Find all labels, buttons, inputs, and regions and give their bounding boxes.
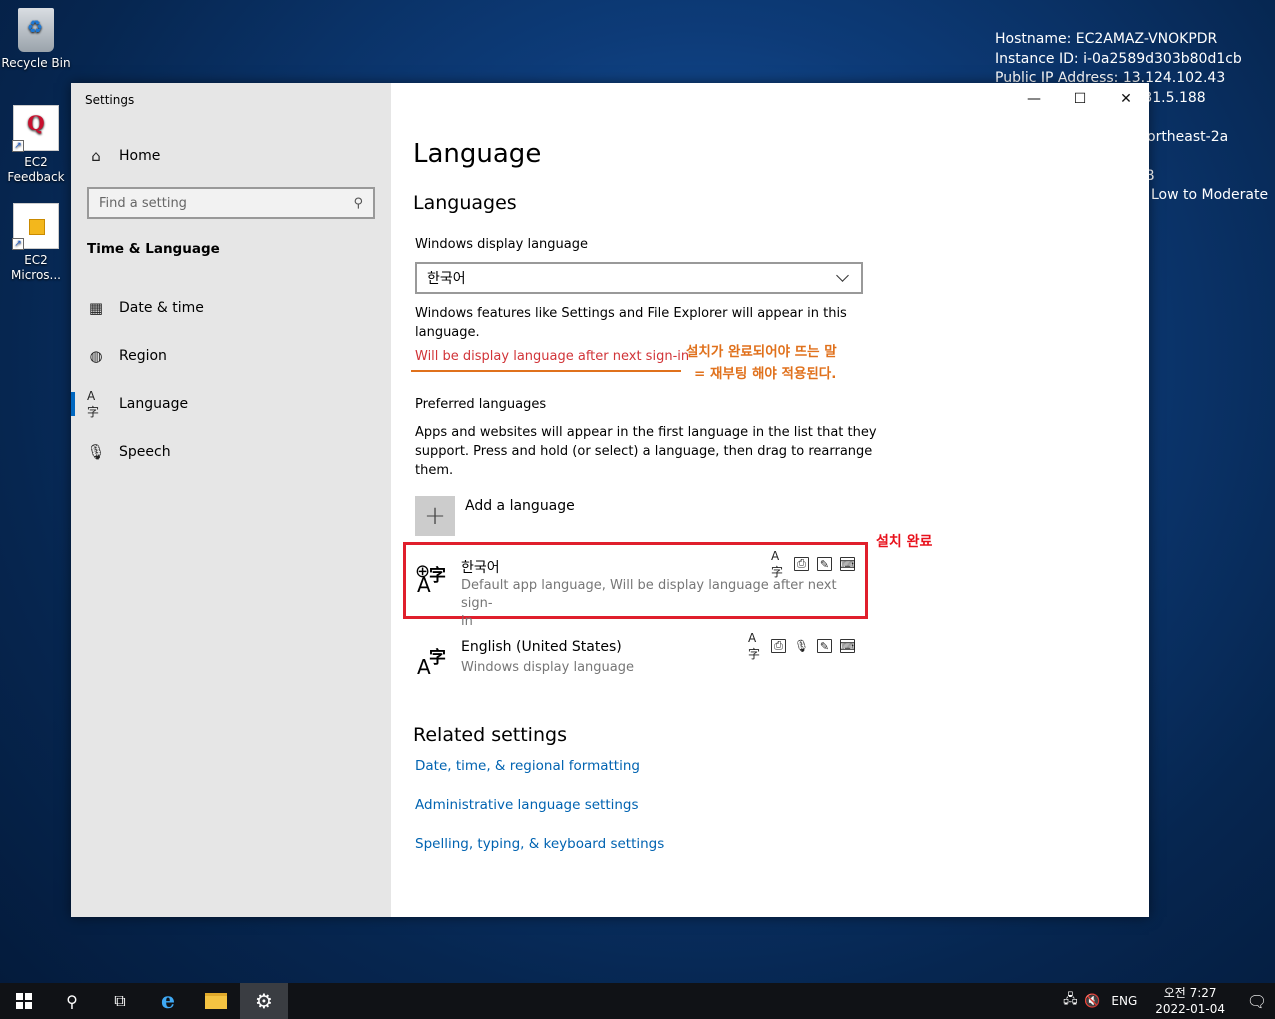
- sidebar: Settings ⌂ Home Find a setting ⚲ Time & …: [71, 83, 391, 917]
- sidebar-item-date-time[interactable]: ▦ Date & time: [71, 288, 391, 328]
- language-features: A字 ⎙ ✎ ⌨: [771, 548, 856, 579]
- sign-in-warning: Will be display language after next sign…: [415, 349, 690, 364]
- sidebar-item-language[interactable]: A字 Language: [71, 384, 391, 424]
- ec2-feedback-label-1: EC2: [24, 155, 48, 169]
- shortcut-arrow-icon: ↗: [12, 238, 24, 250]
- link-date-time-regional[interactable]: Date, time, & regional formatting: [415, 758, 640, 774]
- clock[interactable]: 오전 7:27 2022-01-04: [1155, 985, 1225, 1017]
- search-icon: ⚲: [66, 991, 78, 1011]
- preferred-languages-label: Preferred languages: [415, 397, 547, 412]
- search-button[interactable]: ⚲: [48, 983, 96, 1019]
- main-content: — ☐ ✕ Language Languages Windows display…: [391, 83, 1149, 917]
- shortcut-arrow-icon: ↗: [12, 140, 24, 152]
- text-to-speech-feature-icon: ⎙: [771, 639, 786, 653]
- link-spelling-typing-keyboard[interactable]: Spelling, typing, & keyboard settings: [415, 836, 664, 852]
- window-title: Settings: [85, 93, 135, 107]
- ec2-microsoft-label-1: EC2: [24, 253, 48, 267]
- keyboard-feature-icon: ⌨: [839, 639, 856, 653]
- close-button[interactable]: ✕: [1103, 83, 1149, 115]
- globe-icon: ◍: [89, 347, 103, 365]
- handwriting-feature-icon: ✎: [817, 557, 832, 571]
- language-icon: A字: [87, 388, 100, 419]
- gear-icon: ⚙: [255, 989, 273, 1013]
- task-view-icon: ⧉: [114, 991, 126, 1010]
- handwriting-feature-icon: ✎: [817, 639, 832, 653]
- chevron-down-icon: [836, 269, 849, 282]
- preferred-languages-description: Apps and websites will appear in the fir…: [415, 425, 877, 478]
- display-language-label: Windows display language: [415, 237, 588, 252]
- add-language-button[interactable]: + Add a language: [415, 496, 575, 536]
- ec2-feedback-shortcut[interactable]: Q ↗ EC2 Feedback: [1, 105, 71, 185]
- ec2-feedback-icon: Q ↗: [12, 105, 59, 152]
- minimize-button[interactable]: —: [1011, 83, 1057, 115]
- file-explorer-button[interactable]: [192, 983, 240, 1019]
- annotation-install-complete: 설치 완료: [876, 534, 933, 550]
- related-settings-heading: Related settings: [413, 724, 567, 746]
- settings-window: Settings ⌂ Home Find a setting ⚲ Time & …: [71, 83, 1149, 917]
- display-language-feature-icon: A字: [771, 548, 784, 579]
- task-view-button[interactable]: ⧉: [96, 983, 144, 1019]
- recycle-bin-icon: [18, 8, 54, 52]
- ec2-microsoft-label-2: Micros...: [11, 268, 61, 282]
- display-language-feature-icon: A字: [748, 630, 761, 661]
- page-title: Language: [413, 139, 542, 169]
- taskbar: ⚲ ⧉ e ⚙ 🖧 🔇 ENG 오전 7:27 2022-01-04 🗨: [0, 983, 1275, 1019]
- sidebar-item-home[interactable]: ⌂ Home: [71, 136, 391, 176]
- sidebar-item-speech[interactable]: 🎙 Speech: [71, 432, 391, 472]
- sidebar-item-region[interactable]: ◍ Region: [71, 336, 391, 376]
- maximize-button[interactable]: ☐: [1057, 83, 1103, 115]
- language-features: A字 ⎙ 🎙 ✎ ⌨: [748, 630, 856, 661]
- recycle-bin-label: Recycle Bin: [1, 56, 71, 70]
- text-to-speech-feature-icon: ⎙: [794, 557, 809, 571]
- internet-explorer-button[interactable]: e: [144, 983, 192, 1019]
- plus-icon: +: [415, 496, 455, 536]
- search-icon: ⚲: [353, 195, 363, 211]
- settings-taskbar-button[interactable]: ⚙: [240, 983, 288, 1019]
- display-language-select[interactable]: 한국어: [415, 262, 863, 294]
- annotation-underline: [411, 370, 681, 372]
- language-pack-icon: ⊕ A 字: [415, 561, 446, 597]
- keyboard-feature-icon: ⌨: [839, 557, 856, 571]
- ec2-feedback-label-2: Feedback: [7, 170, 65, 184]
- languages-heading: Languages: [413, 192, 517, 214]
- section-title: Time & Language: [87, 241, 220, 257]
- input-language-indicator[interactable]: ENG: [1111, 994, 1137, 1008]
- folder-icon: [205, 993, 227, 1009]
- network-icon[interactable]: 🖧: [1059, 990, 1081, 1012]
- notification-center-icon[interactable]: 🗨: [1239, 992, 1275, 1011]
- link-administrative-language[interactable]: Administrative language settings: [415, 797, 639, 813]
- recycle-bin-shortcut[interactable]: Recycle Bin: [1, 8, 71, 71]
- annotation-note: 설치가 완료되어야 뜨는 말 = 재부팅 해야 적용된다.: [686, 344, 837, 382]
- internet-explorer-icon: e: [161, 988, 175, 1014]
- active-indicator: [71, 392, 75, 416]
- start-button[interactable]: [0, 983, 48, 1019]
- calendar-clock-icon: ▦: [88, 299, 104, 317]
- windows-logo-icon: [16, 993, 32, 1009]
- window-controls: — ☐ ✕: [1011, 83, 1149, 115]
- ec2-box-icon: ↗: [12, 203, 59, 250]
- volume-muted-icon[interactable]: 🔇: [1081, 994, 1103, 1009]
- ec2-microsoft-shortcut[interactable]: ↗ EC2 Micros...: [1, 203, 71, 283]
- system-tray: 🖧 🔇 ENG 오전 7:27 2022-01-04 🗨: [1059, 983, 1275, 1019]
- language-icon: A字: [417, 648, 446, 679]
- speech-feature-icon: 🎙: [793, 639, 810, 653]
- display-language-description: Windows features like Settings and File …: [415, 306, 847, 340]
- microphone-icon: 🎙: [86, 443, 106, 461]
- search-input[interactable]: Find a setting ⚲: [87, 187, 375, 219]
- home-icon: ⌂: [91, 147, 101, 165]
